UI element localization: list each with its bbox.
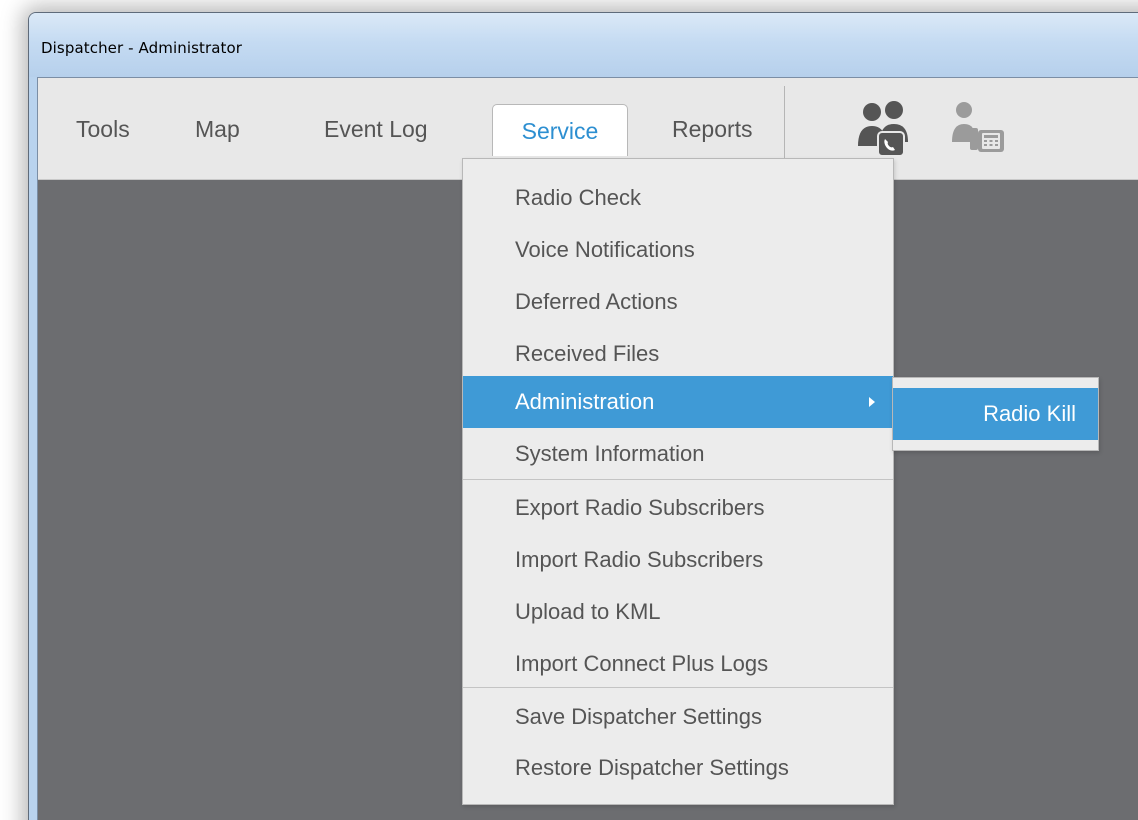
menu-reports[interactable]: Reports [672,104,753,154]
administration-submenu: Radio Kill [892,377,1099,451]
menu-separator [463,479,893,480]
menu-event-log[interactable]: Event Log [324,104,428,154]
menu-item-system-information[interactable]: System Information [463,431,893,477]
menu-item-voice-notifications[interactable]: Voice Notifications [463,227,893,273]
menu-item-received-files[interactable]: Received Files [463,331,893,377]
menu-service[interactable]: Service [492,104,628,156]
menu-tools[interactable]: Tools [76,104,130,154]
menu-item-save-dispatcher-settings[interactable]: Save Dispatcher Settings [463,694,893,740]
menu-separator [784,86,785,162]
menu-item-restore-dispatcher-settings[interactable]: Restore Dispatcher Settings [463,745,893,791]
menu-separator [463,687,893,688]
menu-item-import-connect-plus-logs[interactable]: Import Connect Plus Logs [463,641,893,687]
menu-item-deferred-actions[interactable]: Deferred Actions [463,279,893,325]
submenu-arrow-icon [869,397,875,407]
window-title: Dispatcher - Administrator [41,39,243,57]
menu-map[interactable]: Map [195,104,240,154]
phone-console-icon[interactable] [950,98,1010,158]
menu-item-import-radio-subscribers[interactable]: Import Radio Subscribers [463,537,893,583]
menu-item-upload-to-kml[interactable]: Upload to KML [463,589,893,635]
menu-item-radio-kill[interactable]: Radio Kill [893,388,1098,440]
menu-item-export-radio-subscribers[interactable]: Export Radio Subscribers [463,485,893,531]
title-bar[interactable]: Dispatcher - Administrator [29,13,1138,77]
service-dropdown-menu: Radio Check Voice Notifications Deferred… [462,158,894,805]
dispatcher-call-icon[interactable] [856,98,916,158]
menu-item-administration[interactable]: Administration [463,376,893,428]
screen: Dispatcher - Administrator Tools Map Eve… [0,0,1138,820]
menu-item-radio-check[interactable]: Radio Check [463,175,893,221]
menu-item-administration-label: Administration [515,389,655,414]
